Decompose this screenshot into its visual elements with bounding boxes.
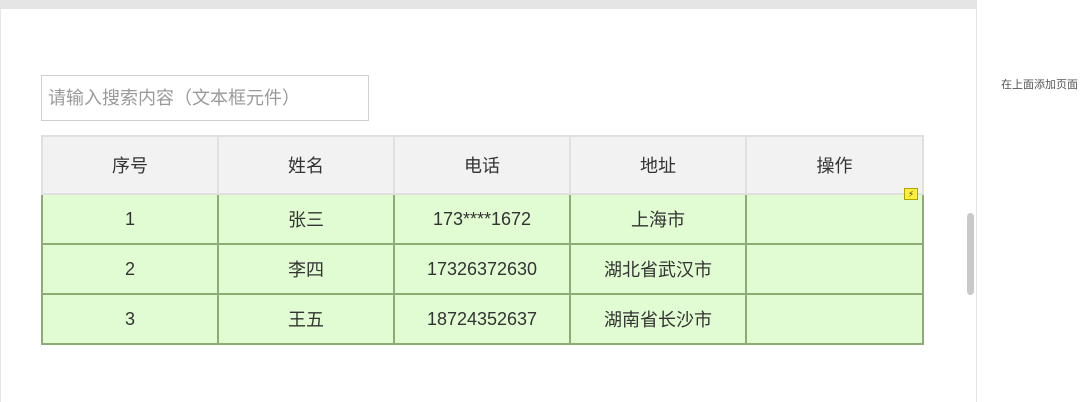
canvas-top-bar	[1, 0, 976, 9]
column-header-name: 姓名	[217, 135, 395, 195]
side-panel-hint: 在上面添加页面	[1001, 79, 1078, 91]
cell-name: 王五	[217, 293, 395, 345]
table-row[interactable]: 3 王五 18724352637 湖南省长沙市	[41, 293, 924, 345]
cell-index: 3	[41, 293, 219, 345]
column-header-action: 操作 ⚡	[745, 135, 924, 200]
column-header-address: 地址	[569, 135, 747, 195]
column-header-action-label: 操作	[816, 156, 853, 176]
cell-name: 张三	[217, 193, 395, 245]
cell-phone: 18724352637	[393, 293, 571, 345]
vertical-scrollbar-thumb[interactable]	[967, 213, 974, 295]
data-table: 序号 姓名 电话 地址 操作 ⚡ 1 张三 173****1672 上海市 2 …	[41, 135, 924, 345]
design-canvas[interactable]: 序号 姓名 电话 地址 操作 ⚡ 1 张三 173****1672 上海市 2 …	[1, 0, 976, 402]
cell-address: 湖南省长沙市	[569, 293, 747, 345]
cell-action[interactable]	[745, 193, 924, 245]
cell-phone: 17326372630	[393, 243, 571, 295]
side-panel: 在上面添加页面	[977, 0, 1080, 402]
column-header-phone: 电话	[393, 135, 571, 195]
lightning-icon[interactable]: ⚡	[904, 188, 918, 200]
table-row[interactable]: 1 张三 173****1672 上海市	[41, 193, 924, 245]
cell-address: 上海市	[569, 193, 747, 245]
table-row[interactable]: 2 李四 17326372630 湖北省武汉市	[41, 243, 924, 295]
column-header-index: 序号	[41, 135, 219, 195]
cell-name: 李四	[217, 243, 395, 295]
cell-action[interactable]	[745, 243, 924, 295]
cell-index: 2	[41, 243, 219, 295]
cell-index: 1	[41, 193, 219, 245]
search-input[interactable]	[41, 75, 369, 121]
table-header-row: 序号 姓名 电话 地址 操作 ⚡	[41, 135, 924, 200]
cell-action[interactable]	[745, 293, 924, 345]
cell-address: 湖北省武汉市	[569, 243, 747, 295]
cell-phone: 173****1672	[393, 193, 571, 245]
